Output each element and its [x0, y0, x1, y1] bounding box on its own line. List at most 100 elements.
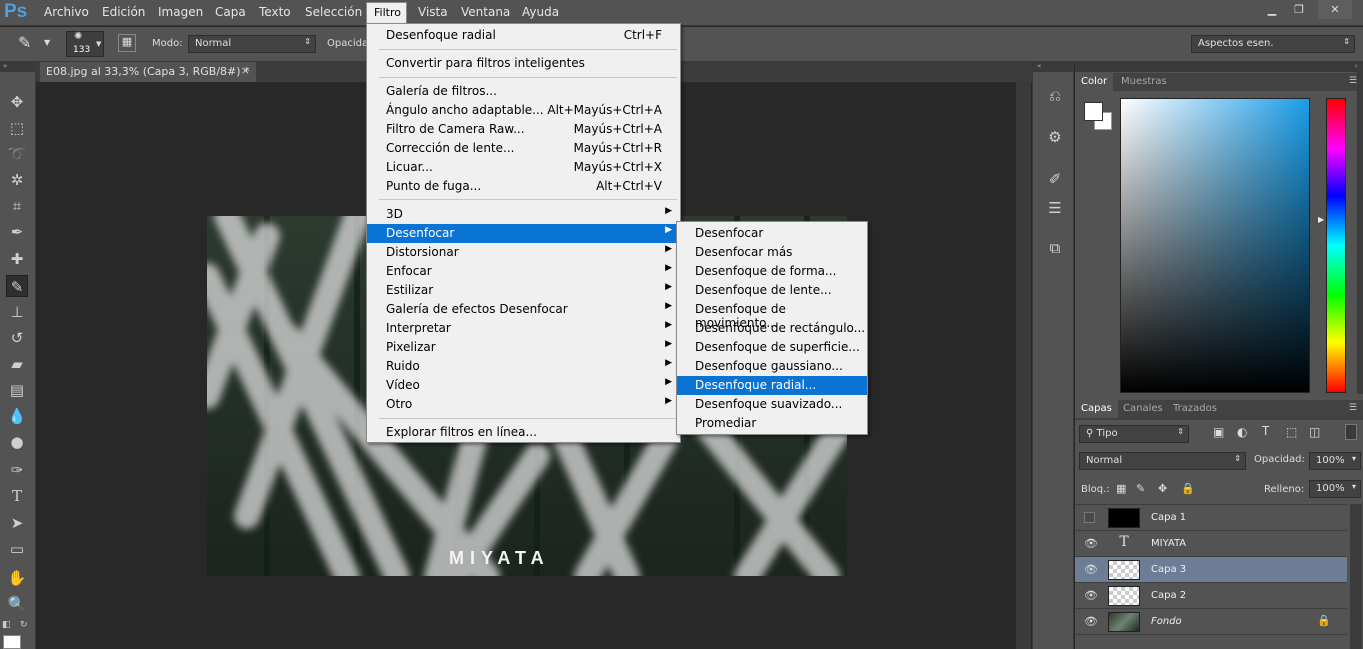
eye-icon[interactable]: 👁 [1084, 563, 1098, 576]
vertical-scrollbar[interactable] [1016, 82, 1031, 649]
filter-menu-item[interactable]: Desenfocar ▶ [367, 224, 680, 243]
menu-seleccion[interactable]: Selección [305, 5, 362, 19]
filter-menu-item[interactable]: Corrección de lente... Mayús+Ctrl+R [367, 139, 680, 158]
chevron-down-icon[interactable]: ▼ [44, 38, 50, 47]
blur-submenu-item[interactable]: Desenfoque de forma... [677, 262, 867, 281]
collapse-arrows-icon[interactable]: » [1075, 62, 1363, 72]
menu-capa[interactable]: Capa [215, 5, 246, 19]
rectangle-tool-icon[interactable]: ▭ [6, 538, 28, 560]
blur-submenu-item[interactable]: Desenfoque suavizado... [677, 395, 867, 414]
lock-position-icon[interactable]: ✥ [1158, 482, 1167, 495]
layer-row[interactable]: 👁 Fondo 🔒 [1075, 609, 1347, 635]
visibility-toggle[interactable] [1084, 512, 1095, 523]
foreground-color-swatch[interactable] [1084, 102, 1103, 121]
blur-submenu-item[interactable]: Desenfoque de movimiento... [677, 300, 867, 330]
filter-menu-item[interactable]: Ruido ▶ [367, 357, 680, 376]
filter-menu-item[interactable]: Explorar filtros en línea... [367, 423, 680, 442]
magic-wand-tool-icon[interactable]: ✲ [6, 169, 28, 191]
filter-type-icon[interactable]: T [1262, 424, 1269, 438]
filter-menu-item[interactable]: Licuar... Mayús+Ctrl+X [367, 158, 680, 177]
filter-menu-item[interactable]: Punto de fuga... Alt+Ctrl+V [367, 177, 680, 196]
filter-menu-item[interactable]: Pixelizar ▶ [367, 338, 680, 357]
gradient-tool-icon[interactable]: ▤ [6, 379, 28, 401]
filter-menu-item[interactable]: Galería de filtros... [367, 82, 680, 101]
lock-image-icon[interactable]: ✎ [1136, 482, 1145, 495]
hue-slider-handle-icon[interactable]: ▶ [1318, 215, 1324, 224]
eyedropper-tool-icon[interactable]: ✒ [6, 221, 28, 243]
menu-edicion[interactable]: Edición [102, 5, 145, 19]
minimize-button[interactable]: ▁ [1260, 0, 1284, 19]
eye-icon[interactable]: 👁 [1084, 589, 1098, 602]
adjustments-panel-icon[interactable]: ☰ [1043, 196, 1067, 220]
layer-row[interactable]: 👁 Capa 3 [1075, 557, 1347, 583]
fill-input[interactable]: 100% ▾ [1309, 480, 1361, 498]
menu-ayuda[interactable]: Ayuda [522, 5, 559, 19]
healing-brush-tool-icon[interactable]: ✚ [6, 248, 28, 270]
blur-tool-icon[interactable]: 💧 [6, 405, 28, 427]
hand-tool-icon[interactable]: ✋ [6, 567, 28, 589]
filter-menu-item[interactable]: Galería de efectos Desenfocar ▶ [367, 300, 680, 319]
crop-tool-icon[interactable]: ⌗ [6, 195, 28, 217]
filter-menu-item[interactable]: Vídeo ▶ [367, 376, 680, 395]
tab-canales[interactable]: Canales [1117, 400, 1169, 418]
filter-shape-icon[interactable]: ⬚ [1286, 425, 1297, 439]
menu-vista[interactable]: Vista [418, 5, 448, 19]
tab-trazados[interactable]: Trazados [1167, 400, 1223, 418]
history-panel-icon[interactable]: ⎌ [1043, 84, 1067, 108]
default-colors-icon[interactable]: ◧ [2, 620, 11, 630]
swap-colors-icon[interactable]: ↻ [20, 620, 28, 630]
pen-tool-icon[interactable]: ✑ [6, 459, 28, 481]
properties-panel-icon[interactable]: ⚙ [1043, 125, 1067, 149]
filter-menu-item[interactable]: Estilizar ▶ [367, 281, 680, 300]
menu-texto[interactable]: Texto [259, 5, 291, 19]
dodge-tool-icon[interactable]: ● [6, 431, 28, 453]
blend-mode-select[interactable]: Normal ⇕ [1079, 452, 1246, 470]
tab-muestras[interactable]: Muestras [1115, 73, 1173, 91]
document-tab[interactable]: E08.jpg al 33,3% (Capa 3, RGB/8#) * × [40, 62, 256, 82]
collapse-arrows-icon[interactable]: » [0, 62, 36, 72]
marquee-tool-icon[interactable]: ⬚ [6, 117, 28, 139]
blur-submenu-item[interactable]: Desenfocar [677, 224, 867, 243]
brush-preset-picker[interactable]: ✺ 133 ▼ [66, 31, 104, 57]
filter-adjustment-icon[interactable]: ◐ [1237, 425, 1247, 439]
move-tool-icon[interactable]: ✥ [6, 91, 28, 113]
foreground-color-swatch[interactable] [3, 635, 21, 649]
menu-filtro[interactable]: Filtro [366, 2, 407, 24]
layer-row[interactable]: 👁 Capa 2 [1075, 583, 1347, 609]
filter-menu-item[interactable]: Ángulo ancho adaptable... Alt+Mayús+Ctrl+… [367, 101, 680, 120]
eye-icon[interactable]: 👁 [1084, 615, 1098, 628]
menu-ventana[interactable]: Ventana [461, 5, 510, 19]
mode-select[interactable]: Normal ⇕ [188, 35, 316, 53]
brush-panel-toggle-icon[interactable]: ▦ [118, 34, 136, 52]
hue-slider[interactable] [1326, 98, 1346, 393]
layer-row[interactable]: 👁 T MIYATA [1075, 531, 1347, 557]
filter-toggle[interactable] [1345, 424, 1357, 440]
panel-menu-icon[interactable]: ☰ [1349, 76, 1357, 86]
filter-pixel-icon[interactable]: ▣ [1213, 425, 1224, 439]
filter-menu-item[interactable]: Otro ▶ [367, 395, 680, 414]
lasso-tool-icon[interactable]: ➰ [6, 143, 28, 165]
path-selection-tool-icon[interactable]: ➤ [6, 512, 28, 534]
blur-submenu-item[interactable]: Desenfoque radial... [677, 376, 867, 395]
close-window-button[interactable]: ✕ [1318, 0, 1352, 19]
brush-tool-icon[interactable]: ✎ [6, 275, 28, 297]
filter-menu-item[interactable]: Enfocar ▶ [367, 262, 680, 281]
tab-capas[interactable]: Capas [1075, 400, 1118, 418]
panel-scrollbar[interactable] [1357, 64, 1363, 394]
collapse-arrows-icon[interactable]: « [1033, 62, 1073, 72]
filter-menu-item[interactable]: Filtro de Camera Raw... Mayús+Ctrl+A [367, 120, 680, 139]
menu-imagen[interactable]: Imagen [158, 5, 203, 19]
stamp-tool-icon[interactable]: ⊥ [6, 301, 28, 323]
layer-row[interactable]: Capa 1 [1075, 505, 1347, 531]
type-tool-icon[interactable]: T [6, 485, 28, 507]
tab-color[interactable]: Color [1075, 73, 1114, 91]
panel-menu-icon[interactable]: ☰ [1349, 403, 1357, 413]
brush-panel-icon[interactable]: ✐ [1043, 167, 1067, 191]
filter-menu-item[interactable]: Interpretar ▶ [367, 319, 680, 338]
blur-submenu-item[interactable]: Desenfoque de lente... [677, 281, 867, 300]
filter-menu-item[interactable]: Convertir para filtros inteligentes [367, 54, 680, 73]
color-field[interactable] [1120, 98, 1310, 393]
blur-submenu-item[interactable]: Promediar [677, 414, 867, 433]
restore-button[interactable]: ❐ [1287, 0, 1311, 19]
blur-submenu-item[interactable]: Desenfocar más [677, 243, 867, 262]
